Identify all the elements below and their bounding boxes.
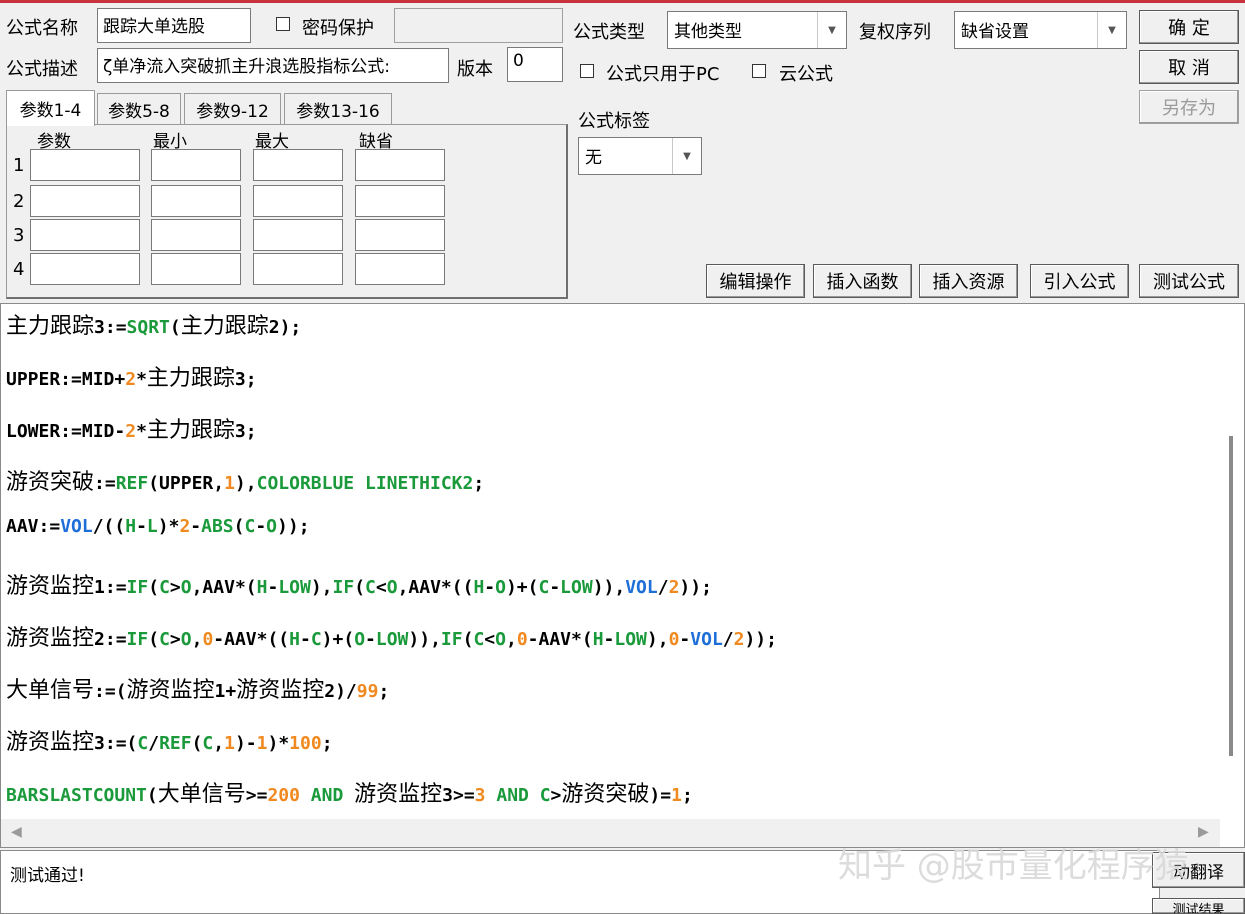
param-4-default-input[interactable] [355, 253, 445, 285]
version-label: 版本 [457, 59, 493, 80]
param-3-name-input[interactable] [30, 219, 140, 251]
param-4-max-input[interactable] [253, 253, 343, 285]
param-1-max-input[interactable] [253, 149, 343, 181]
code-line: 游资监控2:=IF(C>O,0-AAV*((H-C)+(O-LOW)),IF(C… [6, 626, 777, 651]
scroll-left-icon[interactable]: ◀ [11, 824, 22, 840]
watermark: 知乎 @股市量化程序猿 [838, 846, 1189, 886]
param-3-min-input[interactable] [151, 219, 241, 251]
code-line: UPPER:=MID+2*主力跟踪3; [6, 366, 257, 391]
tab-params-13-16[interactable]: 参数13-16 [284, 93, 392, 125]
param-row-number: 4 [13, 259, 25, 280]
save-as-button[interactable]: 另存为 [1139, 90, 1239, 124]
edit-ops-button[interactable]: 编辑操作 [706, 264, 805, 298]
param-row-number: 3 [13, 225, 25, 246]
param-row-number: 2 [13, 191, 25, 212]
code-line: LOWER:=MID-2*主力跟踪3; [6, 418, 257, 443]
import-formula-button[interactable]: 引入公式 [1030, 264, 1129, 298]
chevron-down-icon: ▼ [817, 12, 846, 48]
rights-label: 复权序列 [859, 22, 931, 43]
test-result-button[interactable]: 测试结果 [1152, 898, 1245, 914]
tags-label: 公式标签 [578, 111, 650, 132]
param-4-min-input[interactable] [151, 253, 241, 285]
vertical-scrollbar[interactable] [1218, 304, 1244, 819]
code-line: 游资突破:=REF(UPPER,1),COLORBLUE LINETHICK2; [6, 470, 485, 495]
param-2-name-input[interactable] [30, 185, 140, 217]
formula-desc-input[interactable]: ζ单净流入突破抓主升浪选股指标公式: [97, 48, 449, 83]
formula-desc-label: 公式描述 [6, 59, 78, 80]
param-1-default-input[interactable] [355, 149, 445, 181]
param-1-name-input[interactable] [30, 149, 140, 181]
pc-only-label: 公式只用于PC [606, 64, 720, 85]
insert-function-button[interactable]: 插入函数 [813, 264, 912, 298]
tags-select[interactable]: 无 ▼ [578, 137, 702, 175]
password-label: 密码保护 [302, 18, 374, 39]
params-panel: 参数 最小 最大 缺省 1 2 3 4 [6, 124, 568, 299]
tab-params-5-8[interactable]: 参数5-8 [97, 93, 181, 125]
formula-name-input[interactable]: 跟踪大单选股 [97, 8, 251, 43]
param-3-max-input[interactable] [253, 219, 343, 251]
code-editor[interactable]: 主力跟踪3:=SQRT(主力跟踪2); UPPER:=MID+2*主力跟踪3; … [0, 303, 1245, 848]
window-top-border [0, 0, 1245, 3]
cancel-button[interactable]: 取 消 [1139, 50, 1239, 84]
code-line: 大单信号:=(游资监控1+游资监控2)/99; [6, 678, 390, 703]
code-line: BARSLASTCOUNT(大单信号>=200 AND 游资监控3>=3 AND… [6, 782, 693, 807]
formula-name-label: 公式名称 [6, 18, 78, 39]
scrollbar-thumb[interactable] [1229, 436, 1233, 756]
param-1-min-input[interactable] [151, 149, 241, 181]
ok-button[interactable]: 确 定 [1139, 10, 1239, 44]
password-checkbox[interactable] [276, 16, 290, 35]
param-3-default-input[interactable] [355, 219, 445, 251]
code-line: 游资监控3:=(C/REF(C,1)-1)*100; [6, 730, 333, 755]
formula-type-label: 公式类型 [573, 22, 645, 43]
param-row-number: 1 [13, 155, 25, 176]
rights-select[interactable]: 缺省设置 ▼ [954, 11, 1127, 49]
cloud-checkbox[interactable] [752, 63, 766, 82]
tags-value: 无 [585, 148, 602, 168]
chevron-down-icon: ▼ [672, 138, 701, 174]
formula-type-select[interactable]: 其他类型 ▼ [667, 11, 847, 49]
param-2-default-input[interactable] [355, 185, 445, 217]
version-input[interactable]: 0 [507, 47, 563, 82]
test-formula-button[interactable]: 测试公式 [1139, 264, 1239, 298]
password-input[interactable] [394, 8, 563, 43]
insert-resource-button[interactable]: 插入资源 [919, 264, 1018, 298]
param-2-max-input[interactable] [253, 185, 343, 217]
param-2-min-input[interactable] [151, 185, 241, 217]
code-line: 主力跟踪3:=SQRT(主力跟踪2); [6, 314, 302, 339]
rights-value: 缺省设置 [961, 22, 1029, 42]
code-line: 游资监控1:=IF(C>O,AAV*(H-LOW),IF(C<O,AAV*((H… [6, 574, 712, 599]
cloud-label: 云公式 [779, 64, 833, 85]
formula-type-value: 其他类型 [674, 22, 742, 42]
tab-params-1-4[interactable]: 参数1-4 [6, 90, 95, 126]
tab-params-9-12[interactable]: 参数9-12 [184, 93, 281, 125]
chevron-down-icon: ▼ [1097, 12, 1126, 48]
scroll-right-icon[interactable]: ▶ [1198, 824, 1209, 840]
code-line: AAV:=VOL/((H-L)*2-ABS(C-O)); [6, 516, 310, 537]
test-status-text: 测试通过! [10, 866, 85, 886]
pc-only-checkbox[interactable] [580, 63, 594, 82]
param-4-name-input[interactable] [30, 253, 140, 285]
